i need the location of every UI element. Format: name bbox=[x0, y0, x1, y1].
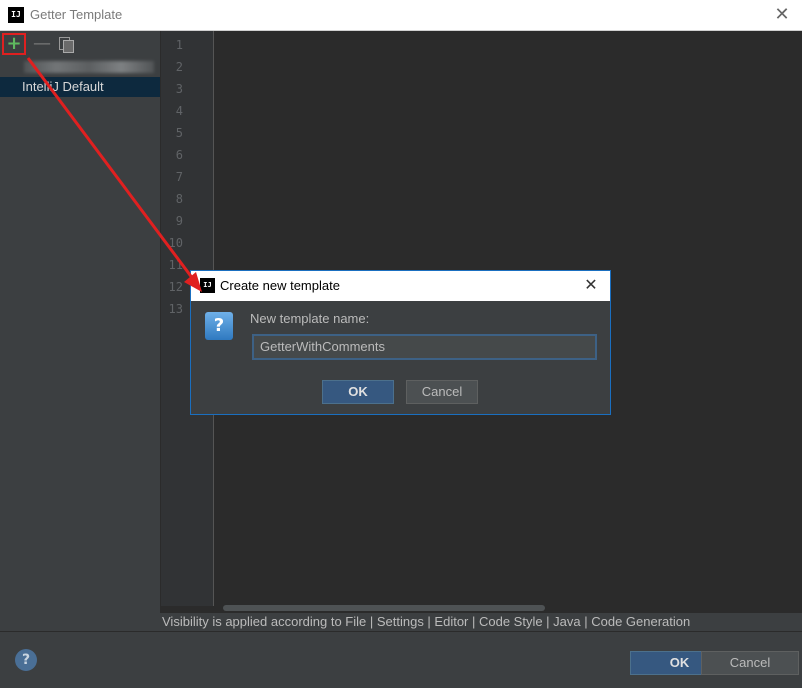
line-number: 2 bbox=[175, 60, 183, 74]
help-icon[interactable]: ? bbox=[15, 649, 37, 671]
line-number: 10 bbox=[168, 236, 183, 250]
line-number: 13 bbox=[168, 302, 183, 316]
copy-template-icon[interactable] bbox=[55, 33, 79, 55]
template-item-intellij-default[interactable]: IntelliJ Default bbox=[0, 77, 160, 97]
dialog-close-icon[interactable]: ✕ bbox=[580, 274, 602, 296]
cancel-button[interactable]: Cancel bbox=[701, 651, 799, 675]
question-icon: ? bbox=[205, 312, 233, 340]
line-number: 8 bbox=[175, 192, 183, 206]
line-number: 7 bbox=[175, 170, 183, 184]
dialog-footer: ? OK Cancel bbox=[0, 631, 802, 688]
dialog-title: Create new template bbox=[220, 278, 340, 293]
dialog-titlebar: IJ Create new template ✕ bbox=[191, 271, 610, 301]
line-number: 6 bbox=[175, 148, 183, 162]
scrollbar-thumb[interactable] bbox=[223, 605, 545, 611]
template-item-label: IntelliJ Default bbox=[22, 79, 104, 94]
dialog-cancel-button[interactable]: Cancel bbox=[406, 380, 478, 404]
template-toolbar: + — bbox=[0, 31, 160, 57]
line-number: 3 bbox=[175, 82, 183, 96]
intellij-app-icon: IJ bbox=[8, 7, 24, 23]
window-close-icon[interactable]: ✕ bbox=[770, 3, 794, 27]
line-number: 11 bbox=[168, 258, 183, 272]
line-number: 9 bbox=[175, 214, 183, 228]
line-number: 5 bbox=[175, 126, 183, 140]
window-title: Getter Template bbox=[30, 7, 123, 22]
add-template-button[interactable]: + bbox=[2, 33, 26, 55]
dialog-ok-button[interactable]: OK bbox=[322, 380, 394, 404]
line-number: 12 bbox=[168, 280, 183, 294]
template-name-input[interactable]: GetterWithComments bbox=[252, 334, 597, 360]
visibility-info-text: Visibility is applied according to File … bbox=[160, 613, 802, 631]
editor-horizontal-scrollbar[interactable] bbox=[214, 604, 802, 612]
remove-template-button[interactable]: — bbox=[30, 33, 54, 55]
create-template-dialog: IJ Create new template ✕ ? New template … bbox=[190, 270, 611, 415]
redacted-template-item[interactable] bbox=[24, 61, 154, 73]
intellij-app-icon: IJ bbox=[200, 278, 215, 293]
template-list-panel: + — IntelliJ Default bbox=[0, 31, 161, 631]
window-titlebar: IJ Getter Template ✕ bbox=[0, 0, 802, 31]
template-name-label: New template name: bbox=[250, 311, 370, 326]
line-number: 1 bbox=[175, 38, 183, 52]
line-number: 4 bbox=[175, 104, 183, 118]
